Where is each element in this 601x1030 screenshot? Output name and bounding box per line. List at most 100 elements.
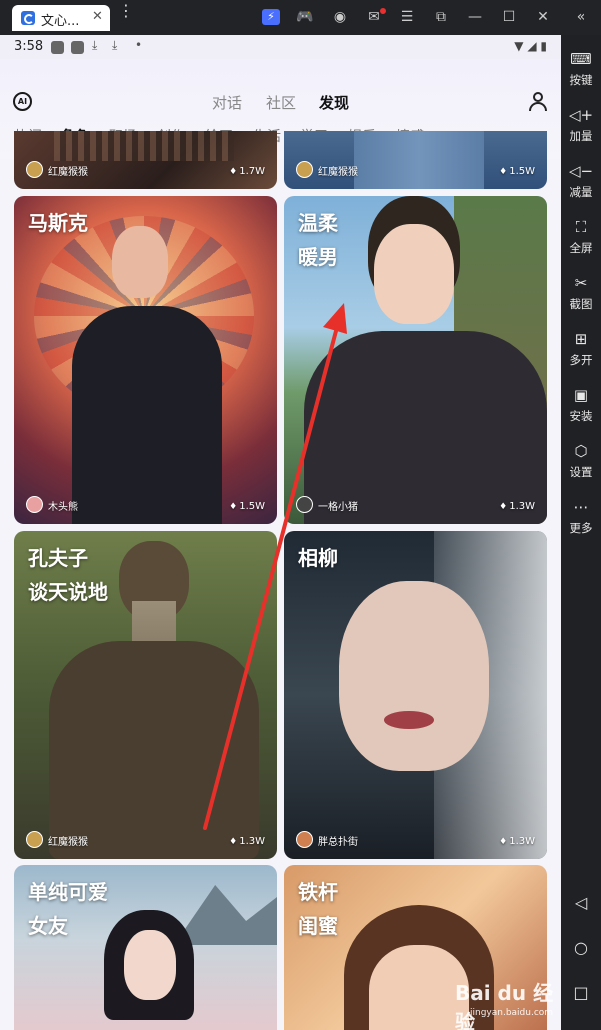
role-card-confucius[interactable]: 孔夫子 谈天说地 红魔猴猴 ♦ 1.3W [14,531,277,859]
author-name: 一格小猪 [318,502,358,513]
volume-up-icon: ◁+ [568,106,594,124]
card-heat: ♦ 1.5W [229,501,265,512]
author-name: 胖总扑街 [318,837,358,848]
card-face [374,224,454,324]
download-icon: ⤓ [112,38,118,52]
card-face [369,945,469,1030]
phone-screen: 3:58 ⤓ ⤓ • ▼ ◢ ▮ AI 对话 社区 发现 热门 角色 职场 创作… [0,35,561,1030]
role-card[interactable]: 红魔猴猴 ♦ 1.5W [284,131,547,189]
heat-count: 1.5W [239,501,265,512]
sidebar-item-volume-up[interactable]: ◁+ 加量 [561,106,601,144]
card-face [112,226,168,298]
profile-icon[interactable] [528,92,548,112]
nav-home-icon[interactable]: ○ [561,938,601,957]
sidebar-item-label: 按键 [569,73,593,87]
heat-count: 1.3W [239,836,265,847]
author-name: 红魔猴猴 [48,167,88,178]
author-name: 红魔猴猴 [48,837,88,848]
sidebar-item-label: 安装 [569,409,593,423]
status-time: 3:58 [14,39,44,54]
card-title: 单纯可爱 女友 [28,880,108,938]
maximize-icon[interactable]: ☐ [500,9,518,25]
card-face [339,581,489,771]
flame-icon: ♦ [229,167,238,177]
multi-open-icon: ⊞ [574,330,588,348]
ai-logo[interactable]: AI [13,92,32,111]
card-title: 相柳 [298,546,338,570]
card-heat: ♦ 1.5W [499,166,535,177]
emulator-window: 文心... ✕ ⋮ ⚡ 🎮 ◉ ✉ ☰ ⧉ — ☐ ✕ « 3:58 ⤓ ⤓ •… [0,0,601,1030]
dot-icon: • [135,38,143,52]
author-avatar [296,496,313,513]
signal-battery-icons: ▼ ◢ ▮ [514,39,547,53]
sidebar-item-multi-open[interactable]: ⊞ 多开 [561,330,601,368]
author-avatar [296,161,313,178]
emulator-titlebar: 文心... ✕ ⋮ ⚡ 🎮 ◉ ✉ ☰ ⧉ — ☐ ✕ « [0,0,601,35]
nav-recent-icon[interactable]: □ [561,983,601,1002]
close-icon[interactable]: ✕ [534,9,552,25]
sidebar-item-fullscreen[interactable]: ⛶ 全屏 [561,218,601,256]
tab-title: 文心... [41,14,80,29]
role-card[interactable]: 红魔猴猴 ♦ 1.7W [14,131,277,189]
heat-count: 1.3W [509,501,535,512]
sidebar-item-more[interactable]: ⋯ 更多 [561,498,601,536]
role-card-cute-girlfriend[interactable]: 单纯可爱 女友 [14,865,277,1030]
menu-icon[interactable]: ☰ [398,9,416,25]
apk-install-icon: ▣ [573,386,589,404]
app-tab[interactable]: 文心... ✕ [12,5,110,31]
sidebar-item-keys[interactable]: ⌨ 按键 [561,50,601,88]
role-card-xiangliu[interactable]: 相柳 胖总扑街 ♦ 1.3W [284,531,547,859]
role-card-musk[interactable]: 马斯克 木头熊 ♦ 1.5W [14,196,277,524]
sidebar-item-screenshot[interactable]: ✂ 截图 [561,274,601,312]
gamepad-icon[interactable]: 🎮 [296,9,314,25]
flame-icon: ♦ [499,502,508,512]
sidebar-item-install[interactable]: ▣ 安装 [561,386,601,424]
author-name: 红魔猴猴 [318,167,358,178]
nav-back-icon[interactable]: ◁ [561,893,601,912]
card-image [54,131,234,161]
sidebar-item-settings[interactable]: ⬡ 设置 [561,442,601,480]
minimize-icon[interactable]: — [466,9,484,25]
flame-icon: ♦ [229,837,238,847]
role-card-gentle-man[interactable]: 温柔 暖男 一格小猪 ♦ 1.3W [284,196,547,524]
sidebar-item-label: 截图 [569,297,593,311]
sidebar-item-volume-down[interactable]: ◁− 减量 [561,162,601,200]
tab-chat[interactable]: 对话 [212,92,242,113]
flame-icon: ♦ [229,502,238,512]
account-icon[interactable]: ◉ [331,9,349,25]
notification-icon [51,41,64,54]
card-title: 铁杆 闺蜜 [298,880,338,938]
author-avatar [26,496,43,513]
tab-close-icon[interactable]: ✕ [92,9,103,24]
card-heat: ♦ 1.3W [499,836,535,847]
sidebar-item-label: 加量 [569,129,593,143]
card-title: 孔夫子 谈天说地 [28,546,108,604]
status-bar: 3:58 ⤓ ⤓ • ▼ ◢ ▮ [0,35,561,59]
card-face [124,930,176,1000]
app-icon [21,11,35,25]
keyboard-icon: ⌨ [570,50,592,68]
card-title: 马斯克 [28,211,88,235]
tab-community[interactable]: 社区 [266,92,296,113]
screenshot-icon[interactable]: ⧉ [432,9,450,25]
card-title: 温柔 暖男 [298,211,338,269]
card-heat: ♦ 1.7W [229,166,265,177]
tab-discover[interactable]: 发现 [319,92,349,113]
card-image [354,131,484,189]
notification-icon [71,41,84,54]
heat-count: 1.5W [509,166,535,177]
author-avatar [296,831,313,848]
scissors-icon: ✂ [574,274,588,292]
heat-count: 1.7W [239,166,265,177]
flame-icon: ♦ [499,837,508,847]
emulator-sidebar: ⌨ 按键 ◁+ 加量 ◁− 减量 ⛶ 全屏 ✂ 截图 ⊞ 多开 ▣ 安装 ⬡ 设置 ⋯ 更多 ◁ … [561,35,601,1030]
tab-menu-icon[interactable]: ⋮ [118,3,134,19]
card-lips [384,711,434,729]
lightning-icon[interactable]: ⚡ [262,9,280,25]
more-icon: ⋯ [573,498,589,516]
card-body [304,331,547,524]
fullscreen-icon: ⛶ [575,218,587,236]
sidebar-item-label: 减量 [569,185,593,199]
sidebar-item-label: 全屏 [569,241,593,255]
collapse-icon[interactable]: « [572,9,590,25]
